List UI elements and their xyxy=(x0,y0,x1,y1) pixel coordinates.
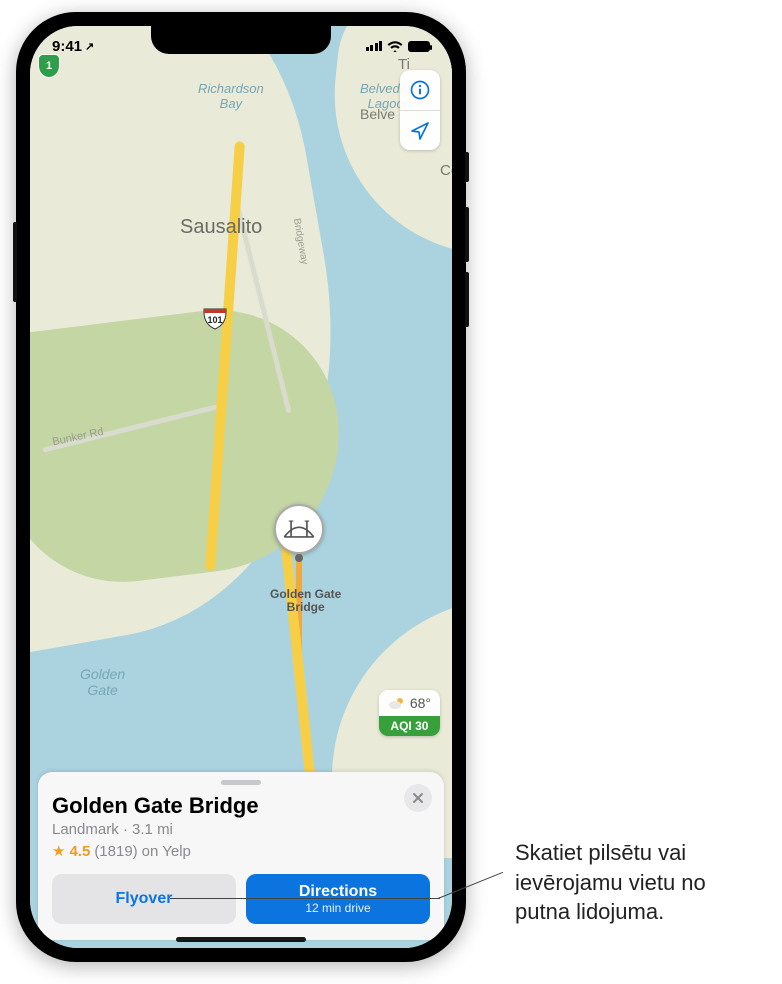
map-label-city: Sausalito xyxy=(180,216,262,239)
power-button[interactable] xyxy=(13,222,17,302)
info-button[interactable] xyxy=(400,70,440,110)
map-label-water: Golden Gate xyxy=(80,666,125,698)
volume-down-button[interactable] xyxy=(465,272,469,327)
weather-temp: 68° xyxy=(410,695,431,711)
callout-text: Skatiet pilsētu vai ievērojamu vietu no … xyxy=(515,838,765,927)
directions-button[interactable]: Directions 12 min drive xyxy=(246,874,430,924)
aqi-badge: AQI 30 xyxy=(379,716,440,736)
cellular-signal-icon xyxy=(366,41,383,51)
callout-line xyxy=(170,898,440,899)
weather-chip[interactable]: 68° AQI 30 xyxy=(379,690,440,736)
locate-button[interactable] xyxy=(400,110,440,150)
place-card[interactable]: Golden Gate Bridge Landmark · 3.1 mi ★ 4… xyxy=(38,772,444,940)
place-title: Golden Gate Bridge xyxy=(52,793,430,819)
separator-dot: · xyxy=(123,821,128,838)
screen: 9:41 ↗ 1 xyxy=(30,26,452,948)
volume-up-button[interactable] xyxy=(465,207,469,262)
map-label-city: Co xyxy=(440,162,452,179)
map-marker-landmark[interactable] xyxy=(274,504,324,554)
rating-source: on Yelp xyxy=(142,843,191,860)
phone-frame: 9:41 ↗ 1 xyxy=(16,12,466,962)
battery-icon xyxy=(408,41,430,52)
place-subtitle: Landmark · 3.1 mi xyxy=(52,821,430,838)
location-icon xyxy=(410,121,430,141)
rating-value: 4.5 xyxy=(69,843,90,860)
map-label-city: Belve xyxy=(360,106,395,122)
silence-switch[interactable] xyxy=(465,152,469,182)
map-marker-label: Golden Gate Bridge xyxy=(270,588,341,614)
close-icon xyxy=(412,792,424,804)
place-category: Landmark xyxy=(52,821,119,838)
place-rating: ★ 4.5 (1819) on Yelp xyxy=(52,842,430,860)
svg-text:101: 101 xyxy=(207,315,222,325)
bridge-icon xyxy=(282,517,316,541)
drag-handle[interactable] xyxy=(221,780,261,785)
wifi-icon xyxy=(387,40,403,52)
route-shield-us101: 101 xyxy=(202,306,228,332)
place-distance: 3.1 mi xyxy=(132,821,173,838)
map-label-water: Richardson Bay xyxy=(198,81,264,111)
map-controls xyxy=(400,70,440,150)
star-icon: ★ xyxy=(52,842,65,860)
flyover-label: Flyover xyxy=(116,890,173,908)
home-indicator[interactable] xyxy=(176,937,306,942)
close-button[interactable] xyxy=(404,784,432,812)
info-icon xyxy=(410,80,430,100)
rating-count: (1819) xyxy=(94,843,137,860)
location-arrow-icon: ↗ xyxy=(85,40,94,53)
notch xyxy=(151,26,331,54)
status-time: 9:41 xyxy=(52,38,82,55)
directions-subtitle: 12 min drive xyxy=(305,901,370,915)
flyover-button[interactable]: Flyover xyxy=(52,874,236,924)
cloud-sun-icon xyxy=(388,696,406,710)
